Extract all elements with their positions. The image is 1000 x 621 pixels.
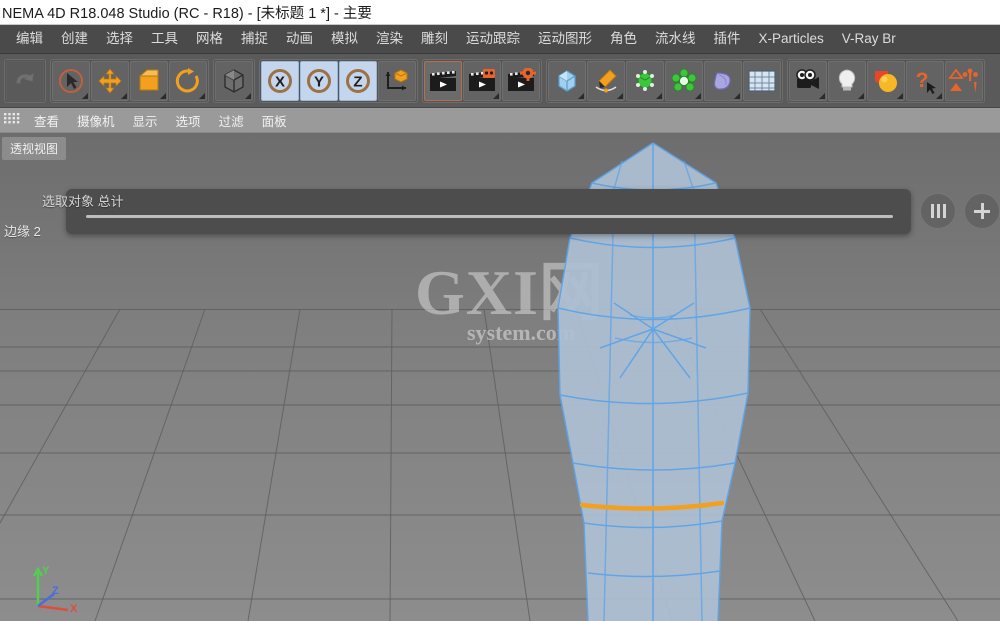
menu-item-9[interactable]: 雕刻	[412, 28, 457, 50]
tool-expand-corner[interactable]	[493, 92, 499, 99]
tool-expand-corner[interactable]	[819, 92, 825, 99]
menu-item-16[interactable]: V-Ray Br	[833, 28, 905, 50]
axis-lock-group: X Y Z	[259, 58, 418, 103]
menu-item-15[interactable]: X-Particles	[750, 28, 833, 50]
floating-toolbar-panel[interactable]	[66, 189, 911, 234]
render-settings-icon[interactable]	[502, 60, 540, 101]
render-view-icon[interactable]	[424, 60, 462, 101]
menu-item-8[interactable]: 渲染	[367, 28, 412, 50]
floor-environment-icon[interactable]	[743, 60, 781, 101]
viewport-tab-perspective[interactable]: 透视视图	[2, 137, 67, 160]
scene-tools-group: ?	[787, 58, 985, 103]
array-icon[interactable]	[665, 60, 703, 101]
viewport-3d[interactable]: GXI网 system.com 透视视图 选取对象 总计 边缘 2 Y X Z	[0, 133, 1000, 621]
bend-deformer-icon[interactable]	[704, 60, 742, 101]
transform-tools-group	[50, 58, 209, 103]
deformer-group-icon[interactable]	[945, 60, 983, 101]
svg-text:Y: Y	[42, 565, 50, 577]
menu-item-14[interactable]: 插件	[705, 28, 750, 50]
menu-bars-glyph	[930, 204, 946, 218]
tool-expand-corner[interactable]	[656, 92, 662, 99]
select-tool-button[interactable]	[52, 60, 90, 101]
viewport-menu-item-4[interactable]: 过滤	[210, 108, 253, 133]
axis-gizmo: Y X Z	[28, 560, 84, 617]
plus-icon[interactable]	[964, 193, 1000, 229]
svg-text:Z: Z	[52, 585, 59, 597]
world-coordinates-icon[interactable]	[378, 60, 416, 101]
tool-expand-corner[interactable]	[734, 92, 740, 99]
viewport-menu-item-3[interactable]: 选项	[167, 108, 210, 133]
grid-icon[interactable]	[4, 113, 20, 127]
scale-tool-button[interactable]	[130, 60, 168, 101]
menu-item-10[interactable]: 运动跟踪	[457, 28, 529, 50]
menu-item-7[interactable]: 模拟	[322, 28, 367, 50]
tool-expand-corner[interactable]	[578, 92, 584, 99]
menu-item-2[interactable]: 选择	[97, 28, 142, 50]
menu-item-11[interactable]: 运动图形	[529, 28, 601, 50]
main-menu-bar: 编辑 创建 选择 工具 网格 捕捉 动画 模拟 渲染 雕刻 运动跟踪 运动图形 角色 流水线 插件 X-Par…	[0, 25, 1000, 54]
tool-expand-corner[interactable]	[858, 92, 864, 99]
window-title: NEMA 4D R18.048 Studio (RC - R18) - [未标题…	[2, 5, 372, 22]
menu-item-6[interactable]: 动画	[277, 28, 322, 50]
axis-lock-y-button[interactable]: Y	[300, 60, 338, 101]
axis-lock-x-button[interactable]: X	[261, 60, 299, 101]
viewport-menu-item-0[interactable]: 查看	[25, 108, 68, 133]
tool-expand-corner[interactable]	[245, 92, 251, 99]
camera-icon[interactable]	[789, 60, 827, 101]
viewport-menu-item-5[interactable]: 面板	[253, 108, 296, 133]
move-tool-button[interactable]	[91, 60, 129, 101]
menu-item-3[interactable]: 工具	[142, 28, 187, 50]
svg-text:Z: Z	[353, 73, 362, 90]
tool-expand-corner[interactable]	[121, 92, 127, 99]
svg-text:?: ?	[916, 69, 929, 92]
tool-expand-corner[interactable]	[695, 92, 701, 99]
viewport-menu-item-2[interactable]: 显示	[124, 108, 167, 133]
tool-expand-corner[interactable]	[617, 92, 623, 99]
tool-expand-corner[interactable]	[160, 92, 166, 99]
cinema4d-window: NEMA 4D R18.048 Studio (RC - R18) - [未标题…	[0, 0, 1000, 621]
viewport-menu-bar: 查看 摄像机 显示 选项 过滤 面板	[0, 108, 1000, 133]
menu-item-5[interactable]: 捕捉	[232, 28, 277, 50]
plus-glyph-v	[980, 203, 984, 219]
axis-lock-z-button[interactable]: Z	[339, 60, 377, 101]
generator-icon[interactable]	[626, 60, 664, 101]
menu-item-1[interactable]: 创建	[52, 28, 97, 50]
light-icon[interactable]	[828, 60, 866, 101]
menu-item-13[interactable]: 流水线	[646, 28, 705, 50]
menu-item-4[interactable]: 网格	[187, 28, 232, 50]
help-icon[interactable]: ?	[906, 60, 944, 101]
viewport-menu-items: 查看 摄像机 显示 选项 过滤 面板	[25, 108, 296, 133]
tool-expand-corner[interactable]	[936, 92, 942, 99]
title-bar: NEMA 4D R18.048 Studio (RC - R18) - [未标题…	[0, 0, 1000, 25]
svg-text:X: X	[275, 73, 285, 90]
render-to-picture-viewer-icon[interactable]	[463, 60, 501, 101]
svg-text:X: X	[70, 603, 78, 612]
menu-item-0[interactable]: 编辑	[7, 28, 52, 50]
history-group	[4, 58, 46, 103]
menu-item-12[interactable]: 角色	[601, 28, 646, 50]
main-toolbar: X Y Z ?	[0, 54, 1000, 108]
menu-bars-icon[interactable]	[920, 193, 956, 229]
material-sphere-icon[interactable]	[867, 60, 905, 101]
spline-pen-icon[interactable]	[587, 60, 625, 101]
selection-overlay-label: 选取对象 总计	[42, 194, 124, 209]
undo-redo-icon[interactable]	[6, 60, 44, 101]
viewport-menu-item-1[interactable]: 摄像机	[68, 108, 124, 133]
object-mode-icon[interactable]	[215, 60, 253, 101]
cube-primitive-icon[interactable]	[548, 60, 586, 101]
viewport-status-text: 边缘 2	[4, 224, 41, 239]
rotate-tool-button[interactable]	[169, 60, 207, 101]
mode-group	[213, 58, 255, 103]
create-tools-group	[546, 58, 783, 103]
tool-expand-corner[interactable]	[897, 92, 903, 99]
render-tools-group	[422, 58, 542, 103]
svg-text:Y: Y	[314, 73, 324, 90]
tool-expand-corner[interactable]	[82, 92, 88, 99]
floating-toolbar-track[interactable]	[86, 215, 893, 218]
tool-expand-corner[interactable]	[199, 92, 205, 99]
